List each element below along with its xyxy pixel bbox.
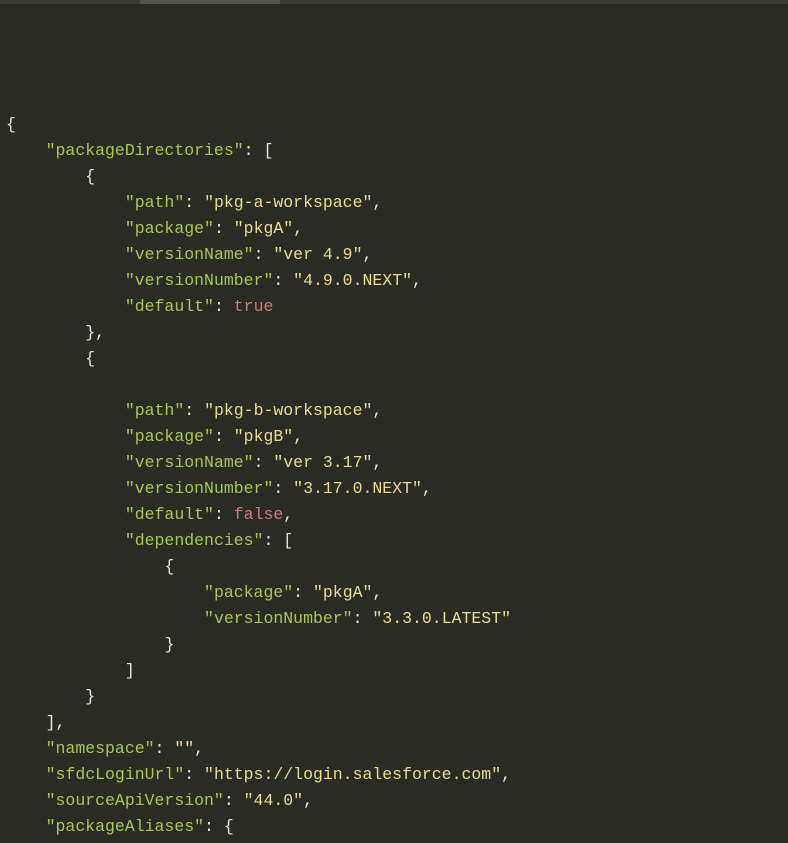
token-colon: : bbox=[214, 297, 234, 316]
token-brace: { bbox=[85, 167, 95, 186]
token-comma: , bbox=[56, 713, 66, 732]
token-key: "packageAliases" bbox=[46, 817, 204, 836]
token-string: "4.9.0.NEXT" bbox=[293, 271, 412, 290]
token-string: "pkg-a-workspace" bbox=[204, 193, 372, 212]
token-kwfalse: false bbox=[234, 505, 284, 524]
token-brace: { bbox=[164, 557, 174, 576]
token-colon: : bbox=[293, 583, 313, 602]
token-colon: : bbox=[224, 791, 244, 810]
token-key: "sfdcLoginUrl" bbox=[46, 765, 185, 784]
token-brace: { bbox=[6, 115, 16, 134]
token-string: "https://login.salesforce.com" bbox=[204, 765, 501, 784]
token-string: "3.17.0.NEXT" bbox=[293, 479, 422, 498]
token-key: "path" bbox=[125, 193, 184, 212]
token-colon: : bbox=[184, 193, 204, 212]
token-comma: , bbox=[363, 245, 373, 264]
token-string: "" bbox=[174, 739, 194, 758]
token-key: "versionName" bbox=[125, 245, 254, 264]
token-bracket: ] bbox=[46, 713, 56, 732]
token-colon: : bbox=[254, 453, 274, 472]
token-colon: : bbox=[273, 271, 293, 290]
token-key: "versionName" bbox=[125, 453, 254, 472]
token-brace: } bbox=[85, 687, 95, 706]
token-colon: : bbox=[155, 739, 175, 758]
token-key: "namespace" bbox=[46, 739, 155, 758]
token-comma: , bbox=[422, 479, 432, 498]
token-string: "3.3.0.LATEST" bbox=[372, 609, 511, 628]
token-colon: : bbox=[254, 245, 274, 264]
tabstrip bbox=[0, 0, 788, 4]
token-comma: , bbox=[501, 765, 511, 784]
token-key: "versionNumber" bbox=[125, 479, 274, 498]
token-brace: } bbox=[164, 635, 174, 654]
token-bracket: [ bbox=[283, 531, 293, 550]
token-bracket: [ bbox=[263, 141, 273, 160]
token-string: "pkgB" bbox=[234, 427, 293, 446]
token-key: "path" bbox=[125, 401, 184, 420]
token-guide bbox=[125, 635, 165, 654]
token-key: "packageDirectories" bbox=[46, 141, 244, 160]
token-comma: , bbox=[194, 739, 204, 758]
token-colon: : bbox=[273, 479, 293, 498]
token-string: "44.0" bbox=[244, 791, 303, 810]
token-colon: : bbox=[214, 219, 234, 238]
token-key: "default" bbox=[125, 297, 214, 316]
token-colon: : bbox=[204, 817, 224, 836]
token-colon: : bbox=[353, 609, 373, 628]
token-comma: , bbox=[372, 453, 382, 472]
tabstrip-active bbox=[140, 0, 280, 4]
token-key: "package" bbox=[204, 583, 293, 602]
token-string: "pkg-b-workspace" bbox=[204, 401, 372, 420]
token-comma: , bbox=[303, 791, 313, 810]
token-colon: : bbox=[244, 141, 264, 160]
token-comma: , bbox=[293, 219, 303, 238]
token-brace: } bbox=[85, 323, 95, 342]
token-comma: , bbox=[412, 271, 422, 290]
token-comma: , bbox=[372, 401, 382, 420]
code-editor[interactable]: { "packageDirectories": [ { "path": "pkg… bbox=[6, 112, 782, 843]
token-bracket: ] bbox=[125, 661, 135, 680]
token-colon: : bbox=[214, 427, 234, 446]
token-comma: , bbox=[283, 505, 293, 524]
token-key: "dependencies" bbox=[125, 531, 264, 550]
token-comma: , bbox=[95, 323, 105, 342]
token-string: "ver 3.17" bbox=[273, 453, 372, 472]
token-key: "versionNumber" bbox=[204, 609, 353, 628]
token-key: "package" bbox=[125, 427, 214, 446]
token-guide bbox=[125, 583, 165, 602]
token-kwtrue: true bbox=[234, 297, 274, 316]
token-key: "sourceApiVersion" bbox=[46, 791, 224, 810]
token-brace: { bbox=[85, 349, 95, 368]
token-string: "pkgA" bbox=[313, 583, 372, 602]
token-colon: : bbox=[184, 401, 204, 420]
token-brace: { bbox=[224, 817, 234, 836]
token-string: "pkgA" bbox=[234, 219, 293, 238]
token-comma: , bbox=[293, 427, 303, 446]
token-guide bbox=[125, 557, 165, 576]
token-key: "default" bbox=[125, 505, 214, 524]
token-key: "versionNumber" bbox=[125, 271, 274, 290]
token-colon: : bbox=[184, 765, 204, 784]
token-guide bbox=[125, 609, 165, 628]
token-string: "ver 4.9" bbox=[273, 245, 362, 264]
token-comma: , bbox=[372, 583, 382, 602]
token-colon: : bbox=[263, 531, 283, 550]
token-comma: , bbox=[372, 193, 382, 212]
token-key: "package" bbox=[125, 219, 214, 238]
token-colon: : bbox=[214, 505, 234, 524]
